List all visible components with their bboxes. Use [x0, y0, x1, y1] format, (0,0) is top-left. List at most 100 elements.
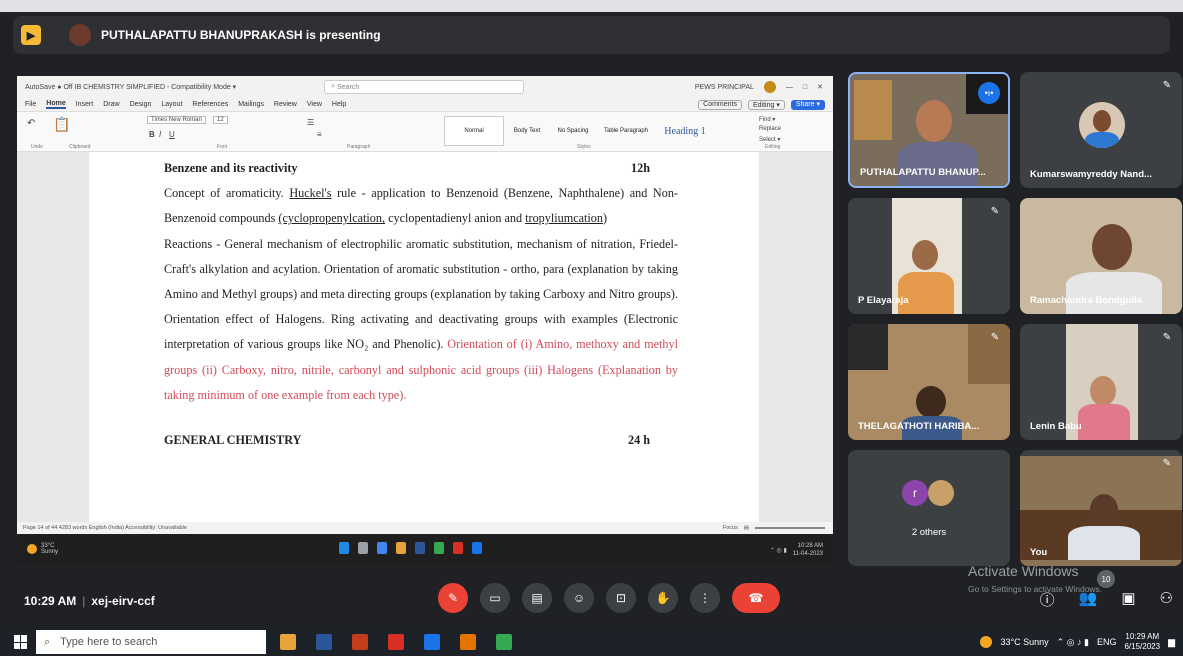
underline-icon[interactable]: U: [169, 130, 175, 139]
font-name-select[interactable]: Times New Roman: [147, 116, 206, 124]
share-button[interactable]: Share ▾: [790, 99, 825, 110]
participant-tile-2[interactable]: ✎ Kumarswamyreddy Nand...: [1020, 72, 1182, 188]
p1-huckel: Huckel's: [289, 186, 332, 201]
font-size-select[interactable]: 12: [213, 116, 228, 124]
end-call-icon: ☎: [748, 591, 764, 605]
participant-tile-1[interactable]: •ı• PUTHALAPATTU BHANUP...: [848, 72, 1010, 188]
group-paragraph: Paragraph: [347, 144, 371, 150]
focus-button[interactable]: Focus: [723, 525, 738, 531]
style-heading-1[interactable]: Heading 1: [655, 116, 715, 146]
word-menu-bar: File Home Insert Draw Design Layout Refe…: [17, 98, 833, 112]
presenter-avatar: [69, 24, 91, 46]
comments-button[interactable]: Comments: [698, 99, 742, 110]
camera-button[interactable]: ▭: [480, 583, 510, 613]
participant-tile-7[interactable]: r 2 others: [848, 450, 1010, 566]
chat-icon[interactable]: ▣: [1121, 589, 1135, 610]
menu-review[interactable]: Review: [274, 101, 297, 108]
menu-help[interactable]: Help: [332, 101, 346, 108]
document-text: Benzene and its reactivity 12h Concept of…: [164, 156, 678, 453]
search-icon: [358, 542, 368, 554]
p2-black: Reactions - General mechanism of electro…: [164, 236, 678, 352]
start-icon[interactable]: [14, 635, 28, 649]
word-app-icon: [415, 542, 425, 554]
shared-date: 11-04-2023: [792, 551, 823, 557]
participant-tile-6[interactable]: ✎ Lenin Babu: [1020, 324, 1182, 440]
captions-button[interactable]: ▤: [522, 583, 552, 613]
undo-icon[interactable]: ↶: [27, 118, 35, 129]
tray-icons[interactable]: ⌃ ◎ ♪ ▮: [1057, 637, 1089, 648]
minimize-icon[interactable]: —: [786, 84, 793, 91]
hand-icon: ✋: [655, 591, 671, 605]
present-icon: ▶: [21, 25, 41, 45]
explorer-icon: [396, 542, 406, 554]
close-icon[interactable]: ✕: [817, 83, 823, 91]
edge-icon[interactable]: [424, 634, 440, 650]
people-icon[interactable]: 👥: [1079, 589, 1098, 610]
zoom-slider[interactable]: [755, 527, 825, 529]
style-body-text[interactable]: Body Text: [507, 116, 547, 146]
app-icon[interactable]: [388, 634, 404, 650]
menu-home[interactable]: Home: [46, 100, 66, 109]
bullets-icon[interactable]: ☰: [307, 118, 314, 127]
paste-icon[interactable]: 📋: [53, 116, 70, 133]
p1-tropyliumcation: tropyliumcation: [525, 211, 603, 226]
mic-off-icon: ✎: [1162, 458, 1172, 469]
menu-draw[interactable]: Draw: [103, 101, 119, 108]
find-button[interactable]: Find ▾: [759, 116, 775, 123]
participant-face: [1090, 376, 1116, 406]
style-normal[interactable]: Normal: [444, 116, 504, 146]
style-table-paragraph[interactable]: Table Paragraph: [599, 116, 653, 146]
raise-hand-button[interactable]: ✋: [648, 583, 678, 613]
menu-view[interactable]: View: [307, 101, 322, 108]
more-options-button[interactable]: ⋮: [690, 583, 720, 613]
menu-design[interactable]: Design: [130, 101, 152, 108]
bold-icon[interactable]: B: [149, 130, 155, 139]
powerpoint-icon[interactable]: [352, 634, 368, 650]
menu-file[interactable]: File: [25, 101, 36, 108]
select-button[interactable]: Select ▾: [759, 136, 780, 143]
document-page[interactable]: Benzene and its reactivity 12h Concept of…: [89, 152, 759, 522]
participant-tile-3[interactable]: ✎ P Elayaraja: [848, 198, 1010, 314]
menu-layout[interactable]: Layout: [161, 101, 182, 108]
word-title: AutoSave ● Off IB CHEMISTRY SIMPLIFIED -…: [25, 84, 237, 91]
word-icon[interactable]: [316, 634, 332, 650]
end-call-button[interactable]: ☎: [732, 583, 780, 613]
participant-name: 2 others: [911, 527, 947, 538]
info-icon[interactable]: ⓘ: [1040, 589, 1055, 610]
menu-insert[interactable]: Insert: [76, 101, 94, 108]
language[interactable]: ENG: [1097, 637, 1117, 647]
heading-general-hours: 24 h: [627, 433, 650, 448]
participant-face: [916, 386, 946, 418]
present-button[interactable]: ⊡: [606, 583, 636, 613]
participants-count-badge: 10: [1097, 570, 1115, 588]
notifications-icon[interactable]: ▆: [1168, 637, 1175, 648]
participant-body: [1078, 404, 1130, 440]
taskbar-date: 6/15/2023: [1124, 642, 1161, 651]
participant-name: You: [1030, 547, 1048, 558]
participant-tile-5[interactable]: ✎ THELAGATHOTI HARIBA...: [848, 324, 1010, 440]
heading-benzene: Benzene and its reactivity 12h: [164, 156, 678, 181]
reactions-button[interactable]: ☺: [564, 583, 594, 613]
participant-name: Kumarswamyreddy Nand...: [1030, 169, 1152, 180]
align-icon[interactable]: ≡: [317, 130, 322, 139]
taskbar-search[interactable]: ⌕ Type here to search: [36, 630, 266, 654]
chrome-icon[interactable]: [496, 634, 512, 650]
mic-off-button[interactable]: ✎: [438, 583, 468, 613]
participant-body: [1066, 272, 1162, 314]
participant-tile-4[interactable]: Ramachandra Bondgulla: [1020, 198, 1182, 314]
menu-mailings[interactable]: Mailings: [238, 101, 264, 108]
editing-button[interactable]: Editing ▾: [747, 99, 785, 110]
view-icon[interactable]: ▤: [744, 525, 749, 531]
participant-tile-8[interactable]: ✎ You: [1020, 450, 1182, 566]
word-search-box[interactable]: ⌕ Search: [324, 80, 525, 94]
italic-icon[interactable]: I: [159, 130, 161, 139]
replace-button[interactable]: Replace: [759, 126, 781, 132]
participant-face: [916, 100, 952, 142]
vlc-icon[interactable]: [460, 634, 476, 650]
menu-references[interactable]: References: [192, 101, 228, 108]
file-explorer-icon[interactable]: [280, 634, 296, 650]
participant-name: P Elayaraja: [858, 295, 909, 306]
activities-icon[interactable]: ⚇: [1160, 589, 1173, 610]
maximize-icon[interactable]: □: [803, 84, 807, 91]
style-no-spacing[interactable]: No Spacing: [549, 116, 597, 146]
